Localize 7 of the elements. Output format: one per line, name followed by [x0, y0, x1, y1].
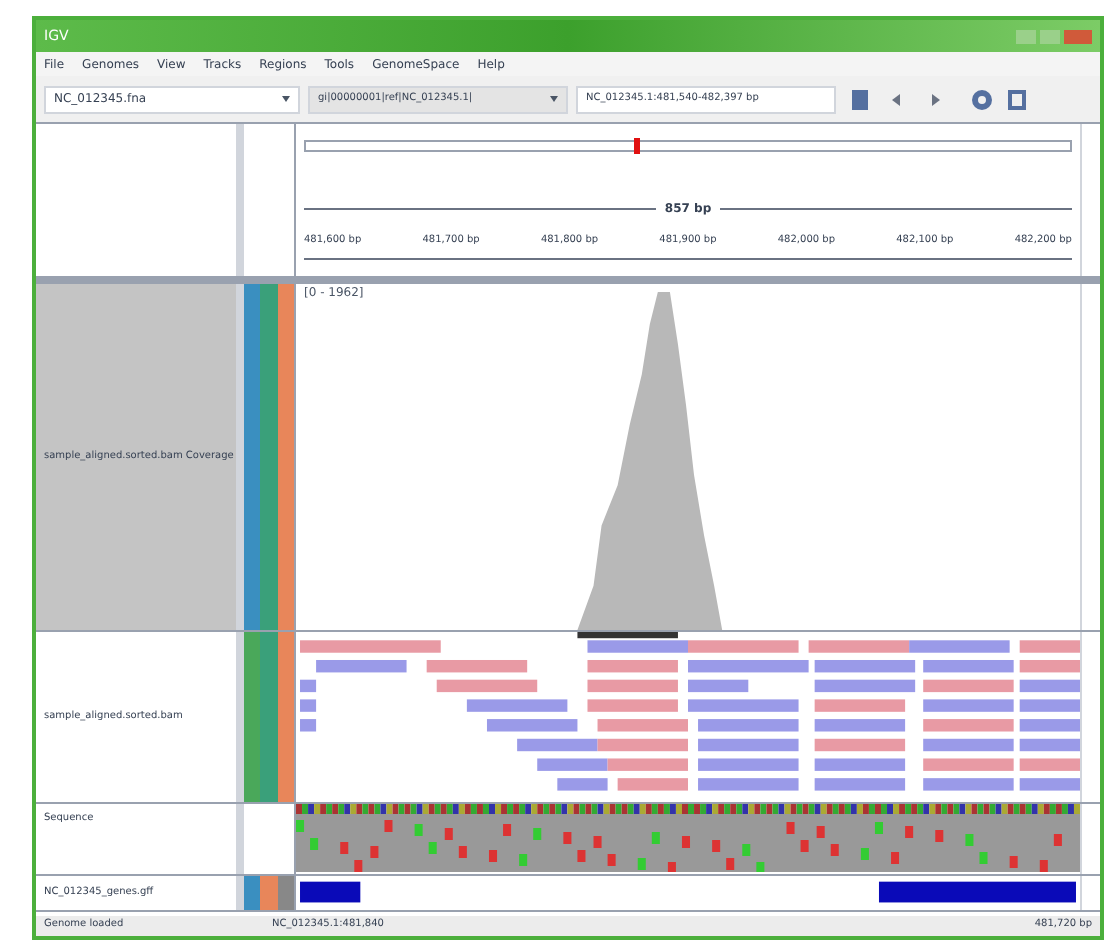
attribute-cell [244, 876, 261, 910]
caret-icon [550, 96, 558, 102]
back-arrow-icon[interactable] [892, 93, 900, 105]
caret-icon [282, 96, 290, 102]
settings-icon[interactable] [972, 89, 992, 109]
attribute-cell [260, 876, 278, 910]
forward-arrow-icon[interactable] [932, 93, 940, 105]
